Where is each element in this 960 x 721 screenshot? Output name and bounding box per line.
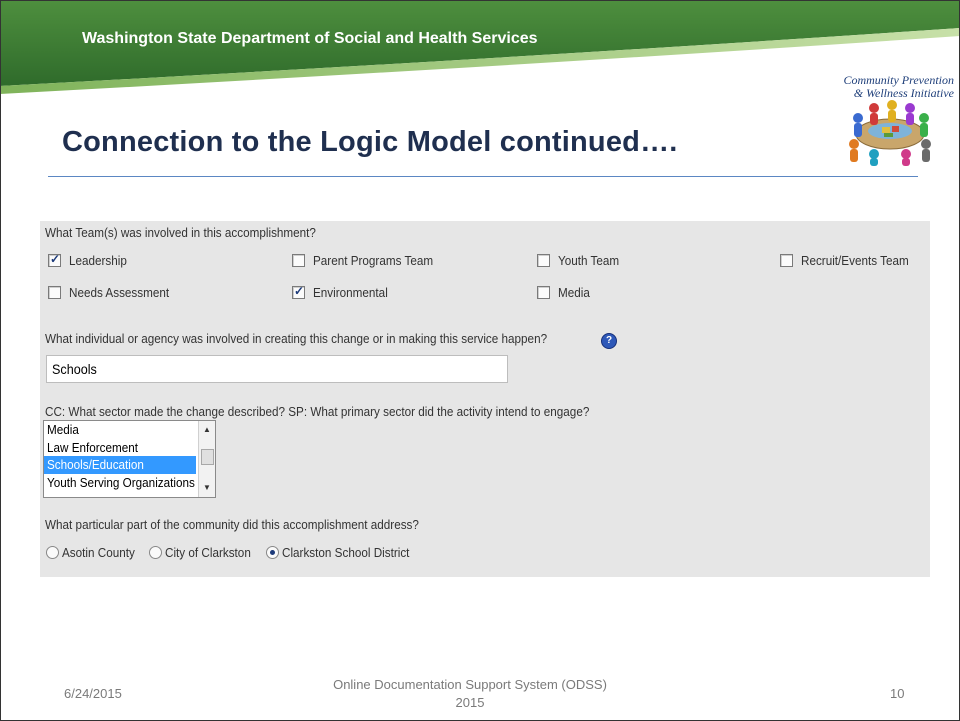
logo-caption: Community Prevention & Wellness Initiati…	[794, 74, 954, 100]
radio-label: City of Clarkston	[164, 545, 251, 560]
checkbox-box[interactable]	[48, 286, 61, 299]
footer-center-line-2: 2015	[455, 695, 485, 710]
checkbox-box[interactable]	[292, 284, 305, 299]
sector-option-label: Media	[47, 422, 79, 437]
checkbox-label: Environmental	[313, 285, 388, 300]
checkbox-box[interactable]	[48, 252, 61, 267]
scroll-up-arrow-icon[interactable]: ▲	[202, 425, 212, 435]
checkbox-box[interactable]	[537, 286, 550, 299]
sector-option-media[interactable]: Media	[44, 421, 196, 439]
sector-option-label: Youth Serving Organizations	[47, 474, 195, 490]
radio-label: Asotin County	[62, 545, 135, 560]
sector-option-law-enforcement[interactable]: Law Enforcement	[44, 439, 196, 457]
checkbox-box[interactable]	[780, 254, 793, 267]
page-number: 10	[890, 686, 905, 701]
title-divider	[48, 176, 918, 177]
sector-option-label: Law Enforcement	[47, 439, 139, 455]
checkbox-label: Recruit/Events Team	[801, 253, 909, 268]
team-question: What Team(s) was involved in this accomp…	[45, 225, 316, 240]
radio-label: Clarkston School District	[282, 545, 410, 560]
checkbox-box[interactable]	[537, 254, 550, 267]
checkbox-box[interactable]	[292, 254, 305, 267]
scroll-down-arrow-icon[interactable]: ▼	[202, 483, 212, 493]
agency-question: What individual or agency was involved i…	[45, 331, 548, 346]
slide-title: Connection to the Logic Model continued……	[62, 126, 678, 158]
sector-listbox[interactable]: Media Law Enforcement Schools/Education …	[43, 420, 216, 498]
agency-input[interactable]: Schools	[46, 355, 508, 383]
radio-clarkston-school-district[interactable]	[266, 546, 280, 559]
org-name: Washington State Department of Social an…	[82, 30, 538, 47]
checkbox-needs-assessment[interactable]: Needs Assessment	[48, 285, 180, 300]
sector-option-label: Schools/Education	[47, 457, 144, 472]
sector-option-schools-education[interactable]: Schools/Education	[44, 456, 196, 474]
question-icon[interactable]: ?	[601, 333, 617, 349]
checkbox-leadership[interactable]: Leadership	[48, 252, 133, 268]
form-panel: What Team(s) was involved in this accomp…	[40, 221, 930, 577]
checkbox-youth-team[interactable]: Youth Team	[537, 253, 626, 268]
checkbox-recruit-events-team[interactable]: Recruit/Events Team	[780, 253, 921, 268]
community-question: What particular part of the community di…	[45, 517, 419, 532]
checkbox-environmental[interactable]: Environmental	[292, 284, 396, 300]
scroll-thumb[interactable]	[201, 449, 214, 465]
people-around-table-icon	[849, 100, 931, 166]
logo-line-2: & Wellness Initiative	[853, 86, 954, 100]
community-radio-group: Asotin County City of Clarkston Clarksto…	[46, 545, 420, 560]
sector-option-youth-serving-organizations[interactable]: Youth Serving Organizations	[44, 474, 196, 492]
slide: Washington State Department of Social an…	[0, 0, 960, 721]
checkbox-label: Media	[558, 285, 590, 300]
agency-input-value: Schools	[52, 361, 97, 377]
checkbox-media[interactable]: Media	[537, 285, 593, 300]
footer-date: 6/24/2015	[64, 686, 122, 701]
sector-question: CC: What sector made the change describe…	[45, 404, 590, 419]
checkbox-label: Needs Assessment	[69, 285, 170, 300]
footer-center: Online Documentation Support System (ODS…	[300, 676, 640, 712]
footer-center-line-1: Online Documentation Support System (ODS…	[333, 677, 607, 692]
listbox-scrollbar[interactable]: ▲ ▼	[198, 421, 215, 497]
checkbox-label: Leadership	[69, 253, 127, 268]
checkbox-parent-programs-team[interactable]: Parent Programs Team	[292, 253, 446, 268]
radio-asotin-county[interactable]	[46, 546, 59, 559]
checkbox-label: Youth Team	[558, 253, 620, 268]
radio-city-of-clarkston[interactable]	[148, 546, 162, 559]
checkbox-label: Parent Programs Team	[313, 253, 434, 268]
